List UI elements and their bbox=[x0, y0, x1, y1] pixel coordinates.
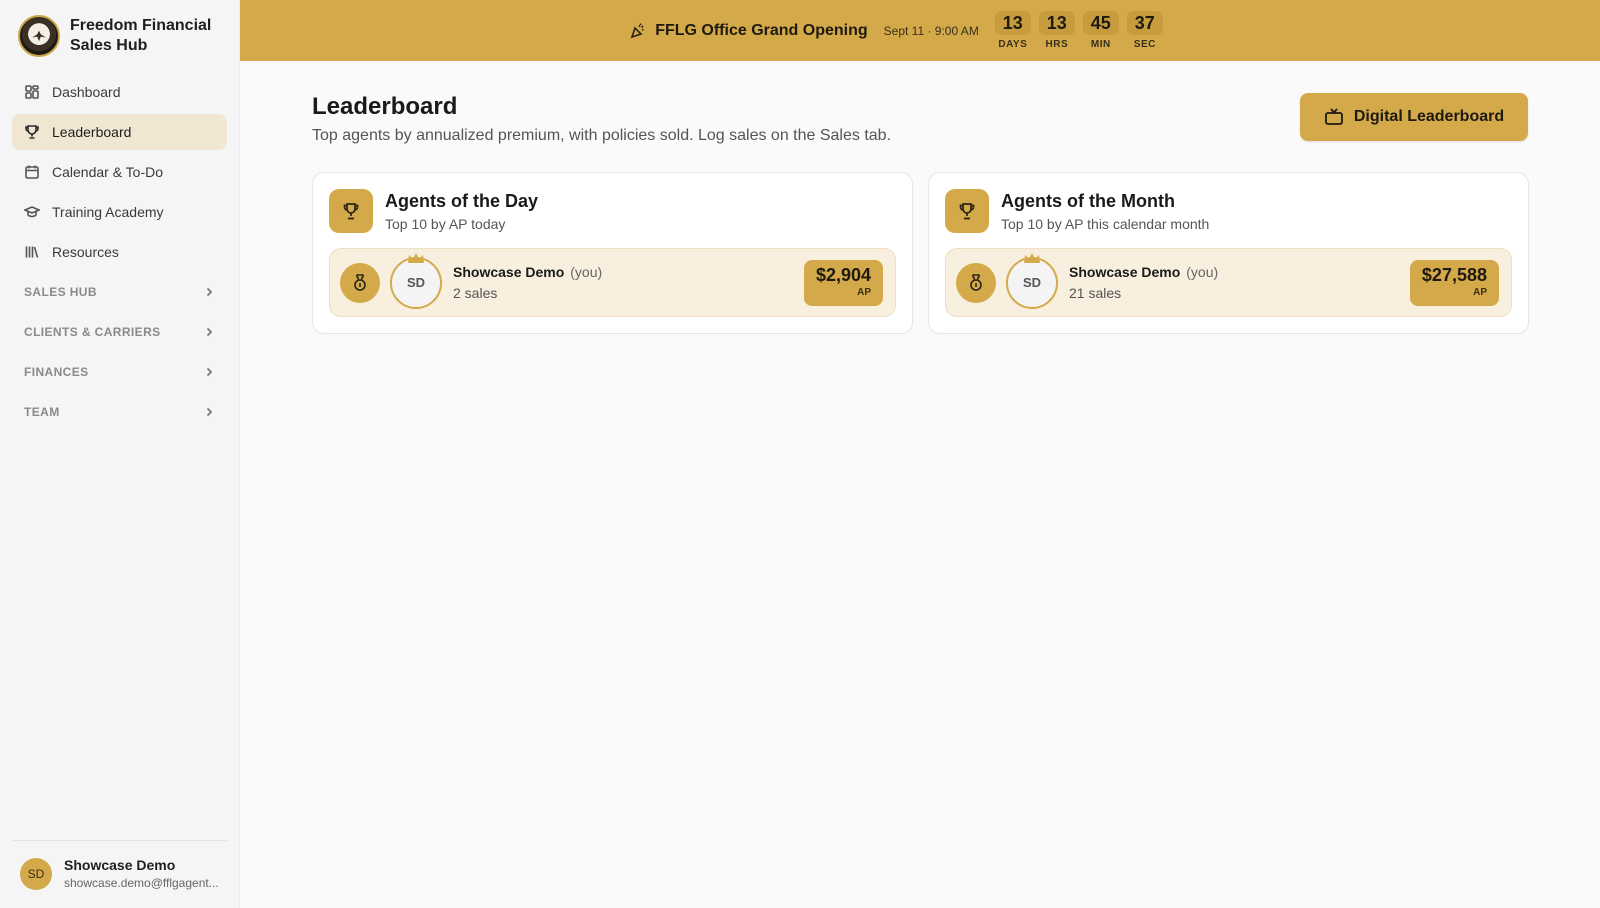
section-sales-hub[interactable]: SALES HUB bbox=[12, 274, 227, 310]
section-finances[interactable]: FINANCES bbox=[12, 354, 227, 390]
nav-item-label: Resources bbox=[52, 244, 119, 260]
nav-item-label: Leaderboard bbox=[52, 124, 132, 140]
card-title-group: Agents of the Month Top 10 by AP this ca… bbox=[1001, 191, 1209, 232]
brand-name: Freedom Financial Sales Hub bbox=[70, 17, 212, 54]
countdown-value: 13 bbox=[1038, 11, 1075, 35]
agent-name-line: Showcase Demo (you) bbox=[453, 264, 804, 280]
countdown-label: HRS bbox=[1045, 39, 1069, 50]
section-label: FINANCES bbox=[24, 365, 89, 379]
agent-name-line: Showcase Demo (you) bbox=[1069, 264, 1410, 280]
user-info: Showcase Demo showcase.demo@fflgagent... bbox=[64, 857, 224, 890]
medal-icon bbox=[340, 262, 380, 303]
you-label: (you) bbox=[570, 264, 603, 280]
event-title: FFLG Office Grand Opening bbox=[655, 21, 868, 39]
nav-item-dashboard[interactable]: Dashboard bbox=[12, 74, 227, 110]
agent-info: Showcase Demo (you) 2 sales bbox=[453, 264, 804, 301]
main-nav: Dashboard Leaderboard Calendar & To-Do T… bbox=[0, 74, 239, 430]
user-profile[interactable]: SD Showcase Demo showcase.demo@fflgagent… bbox=[12, 840, 227, 890]
party-popper-icon bbox=[629, 22, 647, 40]
brand[interactable]: Freedom Financial Sales Hub bbox=[0, 0, 239, 72]
countdown-hours: 13 HRS bbox=[1038, 11, 1075, 50]
section-clients-carriers[interactable]: CLIENTS & CARRIERS bbox=[12, 314, 227, 350]
ap-amount: $2,904 bbox=[815, 264, 871, 285]
page-title: Leaderboard bbox=[312, 93, 458, 120]
card-title: Agents of the Day bbox=[385, 190, 539, 211]
leaderboard-row[interactable]: SD Showcase Demo (you) 2 sales $2,904 AP bbox=[329, 248, 896, 317]
page-subtitle: Top agents by annualized premium, with p… bbox=[312, 127, 892, 144]
card-subtitle: Top 10 by AP today bbox=[385, 215, 506, 232]
agent-name: Showcase Demo bbox=[453, 264, 565, 280]
leaderboard-row[interactable]: SD Showcase Demo (you) 21 sales $27,588 … bbox=[945, 248, 1512, 317]
user-name: Showcase Demo bbox=[64, 857, 176, 873]
section-label: TEAM bbox=[24, 405, 60, 419]
countdown-label: SEC bbox=[1133, 39, 1156, 50]
ap-unit: AP bbox=[857, 286, 871, 298]
ap-amount: $27,588 bbox=[1421, 264, 1487, 285]
crown-icon bbox=[407, 251, 425, 263]
nav-item-resources[interactable]: Resources bbox=[12, 234, 227, 270]
nav-item-training[interactable]: Training Academy bbox=[12, 194, 227, 230]
agent-info: Showcase Demo (you) 21 sales bbox=[1069, 264, 1410, 301]
user-email: showcase.demo@fflgagent... bbox=[64, 876, 219, 890]
section-label: SALES HUB bbox=[24, 285, 97, 299]
event-banner: FFLG Office Grand Opening Sept 11 · 9:00… bbox=[240, 0, 1600, 61]
avatar: SD bbox=[390, 256, 442, 309]
agents-of-the-day-card: Agents of the Day Top 10 by AP today SD … bbox=[312, 172, 913, 334]
countdown-value: 13 bbox=[994, 11, 1031, 35]
countdown-label: DAYS bbox=[998, 39, 1028, 50]
digital-leaderboard-button[interactable]: Digital Leaderboard bbox=[1300, 93, 1528, 141]
digital-leaderboard-label: Digital Leaderboard bbox=[1353, 108, 1505, 125]
ap-amount-badge: $2,904 AP bbox=[803, 259, 883, 306]
ap-amount-badge: $27,588 AP bbox=[1409, 259, 1499, 306]
calendar-icon bbox=[24, 164, 40, 180]
graduation-cap-icon bbox=[24, 204, 40, 220]
sidebar: Freedom Financial Sales Hub Dashboard Le… bbox=[0, 0, 240, 908]
section-team[interactable]: TEAM bbox=[12, 394, 227, 430]
crown-icon bbox=[1023, 251, 1041, 263]
nav-item-label: Calendar & To-Do bbox=[52, 164, 164, 180]
you-label: (you) bbox=[1186, 264, 1219, 280]
agent-sales-count: 2 sales bbox=[453, 285, 498, 301]
card-header: Agents of the Month Top 10 by AP this ca… bbox=[929, 173, 1528, 233]
section-label: CLIENTS & CARRIERS bbox=[24, 325, 161, 339]
trophy-icon bbox=[945, 189, 989, 233]
countdown-label: MIN bbox=[1090, 39, 1111, 50]
agents-of-the-month-card: Agents of the Month Top 10 by AP this ca… bbox=[928, 172, 1529, 334]
card-subtitle: Top 10 by AP this calendar month bbox=[1001, 215, 1210, 232]
nav-item-label: Dashboard bbox=[52, 84, 121, 100]
chevron-right-icon bbox=[206, 367, 213, 377]
eagle-icon bbox=[30, 29, 48, 43]
banner-content: FFLG Office Grand Opening Sept 11 · 9:00… bbox=[629, 11, 1163, 50]
countdown-value: 37 bbox=[1126, 11, 1163, 35]
countdown-value: 45 bbox=[1082, 11, 1119, 35]
nav-item-calendar[interactable]: Calendar & To-Do bbox=[12, 154, 227, 190]
card-title: Agents of the Month bbox=[1001, 190, 1175, 211]
avatar: SD bbox=[1006, 256, 1058, 309]
trophy-icon bbox=[24, 124, 40, 140]
card-header: Agents of the Day Top 10 by AP today bbox=[313, 173, 912, 233]
main-content: Leaderboard Top agents by annualized pre… bbox=[240, 61, 1600, 908]
trophy-icon bbox=[329, 189, 373, 233]
countdown-days: 13 DAYS bbox=[994, 11, 1031, 50]
library-icon bbox=[24, 244, 40, 260]
countdown-minutes: 45 MIN bbox=[1082, 11, 1119, 50]
grid-icon bbox=[24, 84, 40, 100]
nav-item-label: Training Academy bbox=[52, 204, 164, 220]
brand-logo bbox=[18, 15, 60, 57]
chevron-right-icon bbox=[206, 327, 213, 337]
agent-avatar-wrap: SD bbox=[1006, 252, 1058, 309]
medal-icon bbox=[956, 262, 996, 303]
agent-avatar-wrap: SD bbox=[390, 252, 442, 309]
event-date: Sept 11 · 9:00 AM bbox=[883, 23, 979, 38]
tv-icon bbox=[1324, 108, 1343, 125]
card-title-group: Agents of the Day Top 10 by AP today bbox=[385, 191, 538, 232]
nav-item-leaderboard[interactable]: Leaderboard bbox=[12, 114, 227, 150]
ap-unit: AP bbox=[1473, 286, 1487, 298]
agent-sales-count: 21 sales bbox=[1069, 285, 1122, 301]
chevron-right-icon bbox=[206, 407, 213, 417]
agent-name: Showcase Demo bbox=[1069, 264, 1181, 280]
countdown-seconds: 37 SEC bbox=[1126, 11, 1163, 50]
avatar: SD bbox=[20, 857, 52, 890]
chevron-right-icon bbox=[206, 287, 213, 297]
